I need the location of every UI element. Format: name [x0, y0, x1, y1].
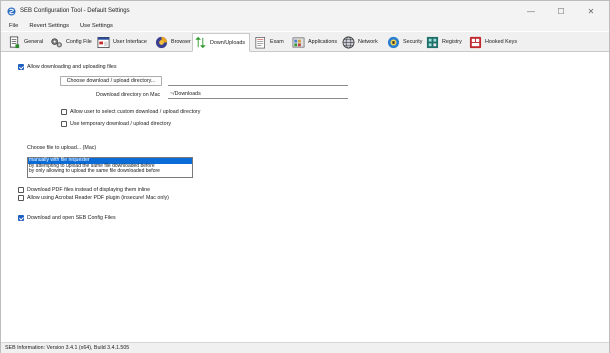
pdf-inline-label: Download PDF files instead of displaying… [27, 187, 151, 193]
tab-browser-label: Browser [171, 39, 191, 45]
tab-strip: General Config File User Interface Brows… [1, 32, 609, 52]
list-item[interactable]: by only allowing to upload the same file… [28, 169, 192, 175]
title-bar: SEB Configuration Tool - Default Setting… [1, 1, 609, 21]
minimize-button[interactable]: — [516, 1, 546, 21]
menu-revert-settings[interactable]: Revert Settings [29, 23, 69, 29]
allow-downloads-checkbox[interactable] [18, 64, 24, 70]
window-icon [97, 36, 110, 48]
maximize-button[interactable]: ☐ [546, 1, 576, 21]
tab-network-label: Network [358, 39, 378, 45]
tab-general[interactable]: General [7, 33, 43, 51]
choose-directory-button[interactable]: Choose download / upload directory... [60, 76, 162, 86]
tab-user-interface-label: User Interface [113, 39, 147, 45]
tab-registry-label: Registry [442, 39, 462, 45]
seb-app-icon [7, 7, 16, 16]
close-button[interactable]: ✕ [576, 1, 606, 21]
temporary-directory-label: Use temporary download / upload director… [70, 121, 171, 127]
tab-hooked-keys[interactable]: Hooked Keys [468, 33, 517, 51]
tab-general-label: General [24, 39, 44, 45]
applications-icon [292, 37, 305, 47]
window-title: SEB Configuration Tool - Default Setting… [20, 8, 130, 14]
app-window: SEB Configuration Tool - Default Setting… [0, 0, 610, 353]
tab-hooked-keys-label: Hooked Keys [485, 39, 518, 45]
keyboard-icon [469, 36, 482, 48]
document-icon [9, 36, 20, 48]
status-bar: SEB Information: Version 3.4.1 (x64), Bu… [1, 342, 609, 353]
menu-use-settings[interactable]: Use Settings [80, 23, 113, 29]
gears-icon [51, 37, 62, 47]
mac-directory-field[interactable]: ~/Downloads [168, 90, 348, 99]
mac-directory-label: Download directory on Mac [96, 92, 161, 98]
custom-directory-checkbox[interactable] [61, 109, 67, 115]
tab-config-file-label: Config File [66, 39, 92, 45]
allow-downloads-label: Allow downloading and uploading files [27, 64, 117, 70]
network-globe-icon [342, 36, 355, 48]
tab-exam-label: Exam [270, 39, 284, 45]
tab-down-uploads-label: Down/Uploads [210, 39, 246, 46]
tab-registry[interactable]: Registry [425, 33, 462, 51]
tab-network[interactable]: Network [341, 33, 378, 51]
tab-down-uploads[interactable]: Down/Uploads [192, 33, 250, 52]
security-icon [387, 36, 400, 48]
tab-exam[interactable]: Exam [253, 33, 284, 51]
status-text: SEB Information: Version 3.4.1 (x64), Bu… [5, 345, 130, 351]
choose-file-label: Choose file to upload... (Mac) [27, 145, 97, 151]
down-uploads-panel: Allow downloading and uploading files Ch… [1, 52, 609, 342]
acrobat-plugin-checkbox[interactable] [18, 195, 24, 201]
pdf-inline-checkbox[interactable] [18, 187, 24, 193]
tab-security[interactable]: Security [386, 33, 422, 51]
tab-config-file[interactable]: Config File [49, 33, 92, 51]
acrobat-plugin-label: Allow using Acrobat Reader PDF plugin (i… [27, 195, 169, 201]
tab-applications-label: Applications [308, 39, 338, 45]
download-directory-field[interactable] [168, 77, 348, 86]
transfer-arrows-icon [195, 36, 206, 49]
tab-security-label: Security [403, 39, 423, 45]
clipboard-icon [255, 36, 266, 48]
registry-icon [426, 36, 439, 48]
tab-browser[interactable]: Browser [154, 33, 191, 51]
tab-applications[interactable]: Applications [291, 33, 337, 51]
seb-config-files-checkbox[interactable] [18, 215, 24, 221]
menu-bar: File Revert Settings Use Settings [1, 21, 609, 31]
temporary-directory-checkbox[interactable] [61, 121, 67, 127]
globe-icon [155, 36, 168, 48]
menu-file[interactable]: File [9, 23, 18, 29]
seb-config-files-label: Download and open SEB Config Files [27, 215, 116, 221]
custom-directory-label: Allow user to select custom download / u… [70, 109, 201, 115]
tab-user-interface[interactable]: User Interface [96, 33, 147, 51]
choose-file-listbox[interactable]: manually with file requester by attempti… [27, 157, 193, 178]
